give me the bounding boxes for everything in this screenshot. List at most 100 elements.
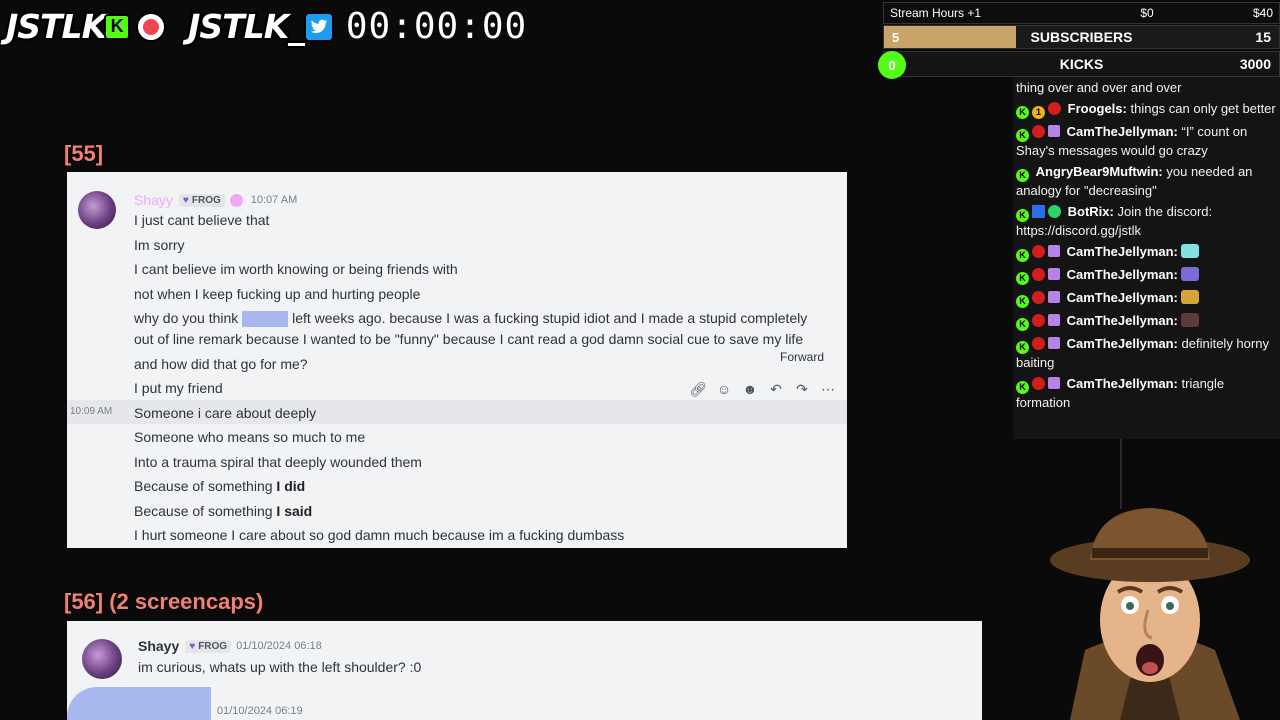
chat-panel[interactable]: thing over and over and over K1 Froogels… bbox=[1013, 77, 1280, 439]
gift-badge-icon bbox=[1048, 268, 1060, 280]
chat-username[interactable]: Froogels: bbox=[1068, 101, 1127, 116]
bot-badge-icon bbox=[1032, 205, 1045, 218]
red-badge-icon bbox=[1032, 268, 1045, 281]
more-icon[interactable]: ⋯ bbox=[819, 380, 837, 398]
chat-message: K AngryBear9Muftwin: you needed an analo… bbox=[1016, 164, 1253, 198]
username[interactable]: Shayy bbox=[134, 192, 173, 208]
gift-badge-icon bbox=[1048, 125, 1060, 137]
brand-kick-name: JSTLK bbox=[6, 7, 107, 46]
message-line: Someone who means so much to me bbox=[134, 429, 366, 445]
subscribers-goal: 15 bbox=[1255, 29, 1271, 45]
discord-screenshot-56: Shayy ♥ FROG 01/10/2024 06:18 im curious,… bbox=[67, 621, 982, 720]
hover-timestamp: 10:09 AM bbox=[70, 406, 113, 417]
message-header: Shayy ♥ FROG 01/10/2024 06:18 bbox=[138, 638, 322, 654]
kick-badge-icon: K bbox=[1016, 341, 1029, 354]
next-message-timestamp: 01/10/2024 06:19 bbox=[217, 705, 303, 717]
message-line: out of line remark because I wanted to b… bbox=[134, 331, 804, 347]
detective-avatar bbox=[1050, 508, 1250, 720]
chat-message: K CamTheJellyman: bbox=[1013, 287, 1280, 310]
reply-icon[interactable]: ↶ bbox=[767, 380, 785, 398]
kick-badge-icon: K bbox=[1016, 318, 1029, 331]
chat-username[interactable]: CamTheJellyman: bbox=[1067, 336, 1178, 351]
chat-message: K1 Froogels: things can only get better bbox=[1013, 98, 1280, 121]
redacted-name bbox=[242, 311, 289, 328]
stream-timer: 00:00:00 bbox=[345, 6, 528, 47]
kick-badge-icon: K bbox=[1016, 249, 1029, 262]
stream-hours-label: Stream Hours +1 bbox=[890, 6, 982, 20]
brand-overlay: JSTLK K JSTLK_ 00:00:00 bbox=[6, 6, 527, 47]
redacted-avatar bbox=[67, 687, 211, 720]
kick-badge-icon: K bbox=[1016, 169, 1029, 182]
message-timestamp: 01/10/2024 06:18 bbox=[236, 640, 322, 652]
kicks-goal: 3000 bbox=[1239, 56, 1271, 72]
chat-username[interactable]: CamTheJellyman: bbox=[1067, 313, 1178, 328]
message-line: Someone i care about deeply bbox=[134, 405, 317, 421]
gift-badge-icon bbox=[1048, 377, 1060, 389]
kick-logo-icon: K bbox=[104, 13, 131, 40]
emote-icon bbox=[1180, 267, 1199, 281]
heart-icon: ♥ bbox=[189, 640, 196, 652]
forward-tooltip: Forward bbox=[774, 348, 831, 366]
message-line: why do you think left weeks ago. because… bbox=[134, 310, 808, 328]
kick-badge-icon: K bbox=[1016, 129, 1029, 142]
message-line: I just cant believe that bbox=[134, 212, 270, 228]
chat-message: K CamTheJellyman: definitely horny baiti… bbox=[1016, 336, 1269, 370]
red-badge-icon bbox=[1032, 291, 1045, 304]
subscribers-goal-bar: 5 SUBSCRIBERS 15 bbox=[883, 25, 1280, 49]
red-badge-icon bbox=[1032, 377, 1045, 390]
message-line: I cant believe im worth knowing or being… bbox=[134, 261, 458, 277]
chat-message: thing over and over and over bbox=[1016, 80, 1182, 95]
message-line: I put my friend bbox=[134, 380, 223, 396]
username[interactable]: Shayy bbox=[138, 638, 179, 654]
chat-username[interactable]: BotRix: bbox=[1068, 204, 1114, 219]
chat-message: K CamTheJellyman: bbox=[1013, 310, 1280, 333]
gift-badge-icon bbox=[1048, 291, 1060, 303]
kicks-label: KICKS bbox=[1059, 56, 1104, 72]
avatar bbox=[78, 191, 116, 229]
brand-twitter-name: JSTLK_ bbox=[188, 7, 305, 46]
chat-username[interactable]: CamTheJellyman: bbox=[1067, 124, 1178, 139]
forward-icon[interactable]: ↷ bbox=[793, 380, 811, 398]
stream-screen: JSTLK K JSTLK_ 00:00:00 [55] 10:09 AM Sh… bbox=[0, 0, 1280, 720]
role-tag: ♥ FROG bbox=[178, 193, 225, 207]
chat-divider bbox=[1120, 439, 1122, 509]
message-toolbar: 🔗︎ ☺ ☻ ↶ ↷ ⋯ bbox=[689, 380, 837, 398]
subscribers-label: SUBSCRIBERS bbox=[1030, 29, 1133, 45]
message-line: and how did that go for me? bbox=[134, 356, 308, 372]
emoji-icon[interactable]: ☻ bbox=[741, 380, 759, 398]
message-line: Into a trauma spiral that deeply wounded… bbox=[134, 454, 422, 470]
gold-badge-icon: 1 bbox=[1032, 106, 1045, 119]
chat-message: K CamTheJellyman: bbox=[1013, 241, 1280, 264]
gift-badge-icon bbox=[1048, 337, 1060, 349]
red-badge-icon bbox=[1032, 245, 1045, 258]
heart-icon: ♥ bbox=[182, 194, 189, 206]
chat-message: K CamTheJellyman: triangle formation bbox=[1016, 376, 1225, 410]
chat-message: K BotRix: Join the discord: https://disc… bbox=[1016, 204, 1213, 238]
chat-username[interactable]: AngryBear9Muftwin: bbox=[1036, 164, 1163, 179]
kick-badge-icon: K bbox=[1016, 272, 1029, 285]
emote-icon bbox=[1180, 290, 1199, 304]
chat-username[interactable]: CamTheJellyman: bbox=[1067, 267, 1178, 282]
avatar bbox=[82, 639, 122, 679]
kick-badge-icon: K bbox=[1016, 295, 1029, 308]
kick-badge-icon: K bbox=[1016, 106, 1029, 119]
money-end: $40 bbox=[1252, 6, 1273, 20]
section-label-55: [55] bbox=[64, 141, 104, 166]
kick-badge-icon: K bbox=[1016, 381, 1029, 394]
emote-icon bbox=[1180, 244, 1199, 258]
add-reaction-icon[interactable]: ☺ bbox=[715, 380, 733, 398]
chat-username[interactable]: CamTheJellyman: bbox=[1067, 376, 1178, 391]
chat-username[interactable]: CamTheJellyman: bbox=[1067, 290, 1178, 305]
verified-badge-icon bbox=[229, 193, 243, 207]
kick-badge-icon: K bbox=[1016, 209, 1029, 222]
record-icon bbox=[136, 11, 167, 42]
money-start: $0 bbox=[1140, 6, 1154, 20]
stream-hours-goal: Stream Hours +1 $0 $40 bbox=[883, 2, 1280, 24]
role-tag: ♥ FROG bbox=[185, 639, 232, 653]
gift-badge-icon bbox=[1048, 314, 1060, 326]
chat-message: K CamTheJellyman: “I” count on Shay's me… bbox=[1016, 124, 1248, 158]
message-line: Because of something I said bbox=[134, 503, 313, 519]
link-icon[interactable]: 🔗︎ bbox=[689, 380, 707, 398]
chat-username[interactable]: CamTheJellyman: bbox=[1067, 244, 1178, 259]
verified-badge-icon bbox=[1048, 205, 1061, 218]
